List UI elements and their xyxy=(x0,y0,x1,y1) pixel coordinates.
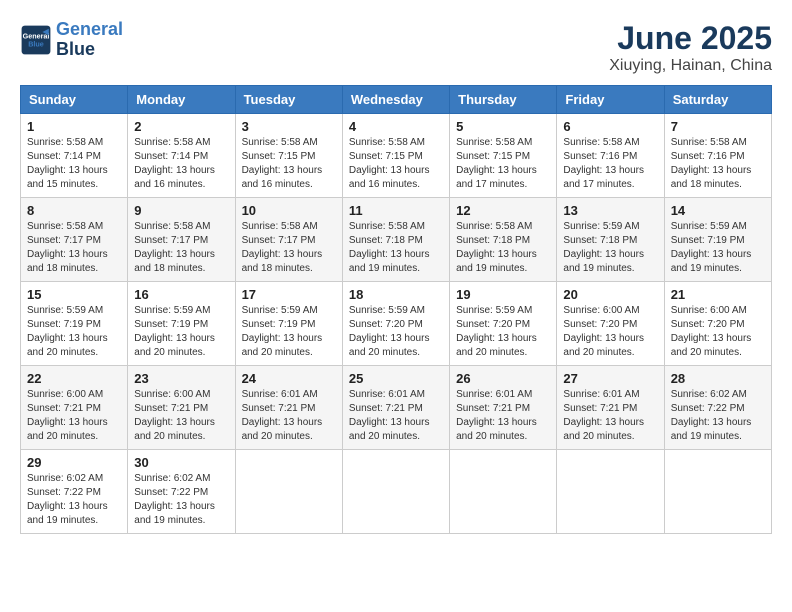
table-row xyxy=(342,450,449,534)
week-row-5: 29Sunrise: 6:02 AMSunset: 7:22 PMDayligh… xyxy=(21,450,772,534)
logo-icon: General Blue xyxy=(20,24,52,56)
table-row: 20Sunrise: 6:00 AMSunset: 7:20 PMDayligh… xyxy=(557,282,664,366)
logo-text-line2: Blue xyxy=(56,40,123,60)
page-header: General Blue General Blue June 2025 Xiuy… xyxy=(20,20,772,75)
header-saturday: Saturday xyxy=(664,86,771,114)
header-sunday: Sunday xyxy=(21,86,128,114)
logo: General Blue General Blue xyxy=(20,20,123,60)
table-row: 7Sunrise: 5:58 AMSunset: 7:16 PMDaylight… xyxy=(664,114,771,198)
calendar-table: Sunday Monday Tuesday Wednesday Thursday… xyxy=(20,85,772,534)
table-row: 13Sunrise: 5:59 AMSunset: 7:18 PMDayligh… xyxy=(557,198,664,282)
weekday-header-row: Sunday Monday Tuesday Wednesday Thursday… xyxy=(21,86,772,114)
header-monday: Monday xyxy=(128,86,235,114)
week-row-4: 22Sunrise: 6:00 AMSunset: 7:21 PMDayligh… xyxy=(21,366,772,450)
table-row: 12Sunrise: 5:58 AMSunset: 7:18 PMDayligh… xyxy=(450,198,557,282)
table-row: 9Sunrise: 5:58 AMSunset: 7:17 PMDaylight… xyxy=(128,198,235,282)
table-row: 30Sunrise: 6:02 AMSunset: 7:22 PMDayligh… xyxy=(128,450,235,534)
header-tuesday: Tuesday xyxy=(235,86,342,114)
table-row: 29Sunrise: 6:02 AMSunset: 7:22 PMDayligh… xyxy=(21,450,128,534)
table-row: 4Sunrise: 5:58 AMSunset: 7:15 PMDaylight… xyxy=(342,114,449,198)
table-row xyxy=(450,450,557,534)
table-row: 18Sunrise: 5:59 AMSunset: 7:20 PMDayligh… xyxy=(342,282,449,366)
table-row: 21Sunrise: 6:00 AMSunset: 7:20 PMDayligh… xyxy=(664,282,771,366)
table-row: 27Sunrise: 6:01 AMSunset: 7:21 PMDayligh… xyxy=(557,366,664,450)
table-row: 28Sunrise: 6:02 AMSunset: 7:22 PMDayligh… xyxy=(664,366,771,450)
table-row: 23Sunrise: 6:00 AMSunset: 7:21 PMDayligh… xyxy=(128,366,235,450)
table-row: 22Sunrise: 6:00 AMSunset: 7:21 PMDayligh… xyxy=(21,366,128,450)
table-row: 26Sunrise: 6:01 AMSunset: 7:21 PMDayligh… xyxy=(450,366,557,450)
table-row: 3Sunrise: 5:58 AMSunset: 7:15 PMDaylight… xyxy=(235,114,342,198)
table-row: 8Sunrise: 5:58 AMSunset: 7:17 PMDaylight… xyxy=(21,198,128,282)
table-row: 11Sunrise: 5:58 AMSunset: 7:18 PMDayligh… xyxy=(342,198,449,282)
table-row: 6Sunrise: 5:58 AMSunset: 7:16 PMDaylight… xyxy=(557,114,664,198)
table-row: 14Sunrise: 5:59 AMSunset: 7:19 PMDayligh… xyxy=(664,198,771,282)
table-row xyxy=(235,450,342,534)
week-row-2: 8Sunrise: 5:58 AMSunset: 7:17 PMDaylight… xyxy=(21,198,772,282)
table-row: 16Sunrise: 5:59 AMSunset: 7:19 PMDayligh… xyxy=(128,282,235,366)
header-wednesday: Wednesday xyxy=(342,86,449,114)
title-section: June 2025 Xiuying, Hainan, China xyxy=(609,20,772,75)
table-row: 5Sunrise: 5:58 AMSunset: 7:15 PMDaylight… xyxy=(450,114,557,198)
svg-text:Blue: Blue xyxy=(28,39,44,48)
table-row: 10Sunrise: 5:58 AMSunset: 7:17 PMDayligh… xyxy=(235,198,342,282)
week-row-3: 15Sunrise: 5:59 AMSunset: 7:19 PMDayligh… xyxy=(21,282,772,366)
table-row: 25Sunrise: 6:01 AMSunset: 7:21 PMDayligh… xyxy=(342,366,449,450)
table-row: 2Sunrise: 5:58 AMSunset: 7:14 PMDaylight… xyxy=(128,114,235,198)
month-title: June 2025 xyxy=(609,20,772,57)
table-row: 24Sunrise: 6:01 AMSunset: 7:21 PMDayligh… xyxy=(235,366,342,450)
table-row: 17Sunrise: 5:59 AMSunset: 7:19 PMDayligh… xyxy=(235,282,342,366)
table-row: 1Sunrise: 5:58 AMSunset: 7:14 PMDaylight… xyxy=(21,114,128,198)
header-thursday: Thursday xyxy=(450,86,557,114)
logo-text-line1: General xyxy=(56,20,123,40)
header-friday: Friday xyxy=(557,86,664,114)
table-row: 15Sunrise: 5:59 AMSunset: 7:19 PMDayligh… xyxy=(21,282,128,366)
week-row-1: 1Sunrise: 5:58 AMSunset: 7:14 PMDaylight… xyxy=(21,114,772,198)
table-row: 19Sunrise: 5:59 AMSunset: 7:20 PMDayligh… xyxy=(450,282,557,366)
table-row xyxy=(664,450,771,534)
table-row xyxy=(557,450,664,534)
location-title: Xiuying, Hainan, China xyxy=(609,57,772,75)
